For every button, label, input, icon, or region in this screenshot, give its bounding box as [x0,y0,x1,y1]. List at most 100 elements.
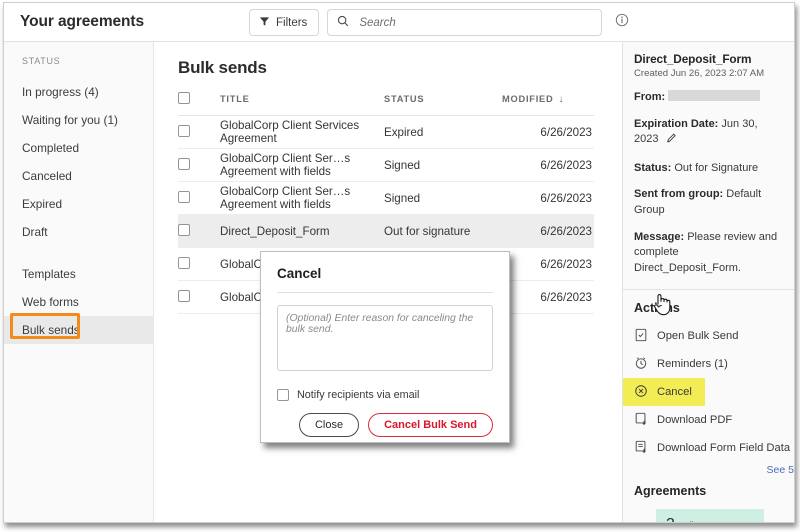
sidebar-item-label: Web forms [22,295,79,309]
sidebar-item-bulk-sends[interactable]: Bulk sends [4,316,153,344]
row-status: Out for signature [384,214,502,248]
action-label: Reminders (1) [657,358,728,371]
close-button[interactable]: Close [298,413,360,437]
filters-label: Filters [276,16,308,29]
row-modified: 6/26/2023 [502,181,594,215]
row-status: Signed [384,148,502,182]
row-modified: 6/26/2023 [502,247,594,281]
count-label: All [683,521,694,522]
sidebar-item-label: In progress (4) [22,85,99,99]
action-label: Open Bulk Send [657,330,739,343]
toolbar: Filters [249,9,629,36]
from-row: From: [634,90,785,106]
row-checkbox[interactable] [178,256,190,269]
row-modified: 6/26/2023 [502,115,594,149]
expiration-label: Expiration Date: [634,117,719,130]
row-modified: 6/26/2023 [502,214,594,248]
row-title: GlobalCorp Client Ser…s Agreement with f… [220,148,384,182]
sort-descending-icon: ↓ [558,93,565,105]
row-title: Direct_Deposit_Form [220,214,384,248]
row-status: Signed [384,181,502,215]
edit-pencil-icon[interactable] [666,132,678,150]
action-open-bulk-send[interactable]: Open Bulk Send [623,322,794,350]
sidebar-item-label: Bulk sends [22,323,80,337]
filter-icon [259,16,270,30]
row-checkbox-cell [178,148,220,182]
sidebar-item-in-progress[interactable]: In progress (4) [4,78,153,106]
action-reminders[interactable]: Reminders (1) [623,350,794,378]
dialog-buttons: Close Cancel Bulk Send [277,413,493,437]
details-summary: Direct_Deposit_Form Created Jun 26, 2023… [623,52,794,276]
download-pdf-icon [634,412,648,429]
action-label: Cancel [657,386,692,399]
select-all-header [178,92,220,116]
sidebar-item-label: Expired [22,197,62,211]
info-icon[interactable] [615,13,629,32]
sidebar-item-label: Canceled [22,169,72,183]
cancel-bulk-send-button[interactable]: Cancel Bulk Send [368,413,493,437]
sidebar-item-draft[interactable]: Draft [4,218,153,246]
column-header-status[interactable]: STATUS [384,92,502,116]
sidebar-item-label: Completed [22,141,80,155]
message-label: Message: [634,230,685,243]
table-row[interactable]: GlobalCorp Client Services Agreement Exp… [178,115,594,149]
sidebar-item-canceled[interactable]: Canceled [4,162,153,190]
see-more-link[interactable]: See 5 [623,464,794,476]
notify-recipients-checkbox[interactable] [277,389,289,401]
action-download-form-field-data[interactable]: Download Form Field Data [623,434,794,462]
from-label: From: [634,91,666,103]
download-data-icon [634,440,648,457]
section-title: Bulk sends [178,58,267,77]
sidebar-item-label: Waiting for you (1) [22,113,118,127]
sidebar-item-expired[interactable]: Expired [4,190,153,218]
top-bar: Your agreements Filters [4,3,794,42]
table-row[interactable]: GlobalCorp Client Ser…s Agreement with f… [178,148,594,182]
row-checkbox[interactable] [178,223,190,236]
select-all-checkbox[interactable] [178,92,190,104]
agreement-count-all[interactable]: 3 All [656,514,764,522]
document-title: Direct_Deposit_Form [634,52,752,66]
sidebar-item-templates[interactable]: Templates [4,260,153,288]
row-checkbox[interactable] [178,124,190,137]
message-row: Message: Please review and complete Dire… [634,230,785,277]
actions-heading: Actions [634,301,680,316]
from-value-redacted [668,90,761,101]
agreements-heading: Agreements [634,484,707,499]
sidebar-item-waiting-for-you[interactable]: Waiting for you (1) [4,106,153,134]
column-header-modified[interactable]: MODIFIED ↓ [502,92,594,116]
sidebar-item-completed[interactable]: Completed [4,134,153,162]
row-status: Expired [384,115,502,149]
row-checkbox-cell [178,247,220,281]
search-input[interactable] [357,15,593,30]
page-title: Your agreements [20,13,144,30]
details-panel: Direct_Deposit_Form Created Jun 26, 2023… [622,42,794,522]
row-title: GlobalCorp Client Ser…s Agreement with f… [220,181,384,215]
action-label: Download Form Field Data [657,442,791,455]
row-checkbox[interactable] [178,157,190,170]
cancel-reason-textarea[interactable] [277,305,493,371]
filters-button[interactable]: Filters [249,9,320,36]
row-modified: 6/26/2023 [502,148,594,182]
column-header-title[interactable]: TITLE [220,92,384,116]
dialog-divider [277,292,493,293]
table-row-selected[interactable]: Direct_Deposit_Form Out for signature 6/… [178,214,594,248]
table-header-row: TITLE STATUS MODIFIED ↓ [178,92,594,116]
row-checkbox-cell [178,280,220,314]
action-cancel[interactable]: Cancel [623,378,705,407]
action-download-pdf[interactable]: Download PDF [623,406,794,434]
row-checkbox[interactable] [178,289,190,302]
notify-row[interactable]: Notify recipients via email [277,389,493,401]
status-label: Status: [634,161,672,174]
status-value: Out for Signature [674,161,759,174]
notify-recipients-label: Notify recipients via email [297,389,420,401]
document-created: Created Jun 26, 2023 2:07 AM [634,68,765,79]
sidebar-item-label: Draft [22,225,48,239]
agreement-counts: 3 All 2 In Progress 1 Waiting for You [656,509,764,522]
sidebar-item-web-forms[interactable]: Web forms [4,288,153,316]
table-row[interactable]: GlobalCorp Client Ser…s Agreement with f… [178,181,594,215]
row-checkbox[interactable] [178,190,190,203]
search-box[interactable] [327,9,603,36]
action-label: Download PDF [657,414,733,427]
app-window: Your agreements Filters STATUS [3,2,795,523]
search-icon [337,14,349,32]
